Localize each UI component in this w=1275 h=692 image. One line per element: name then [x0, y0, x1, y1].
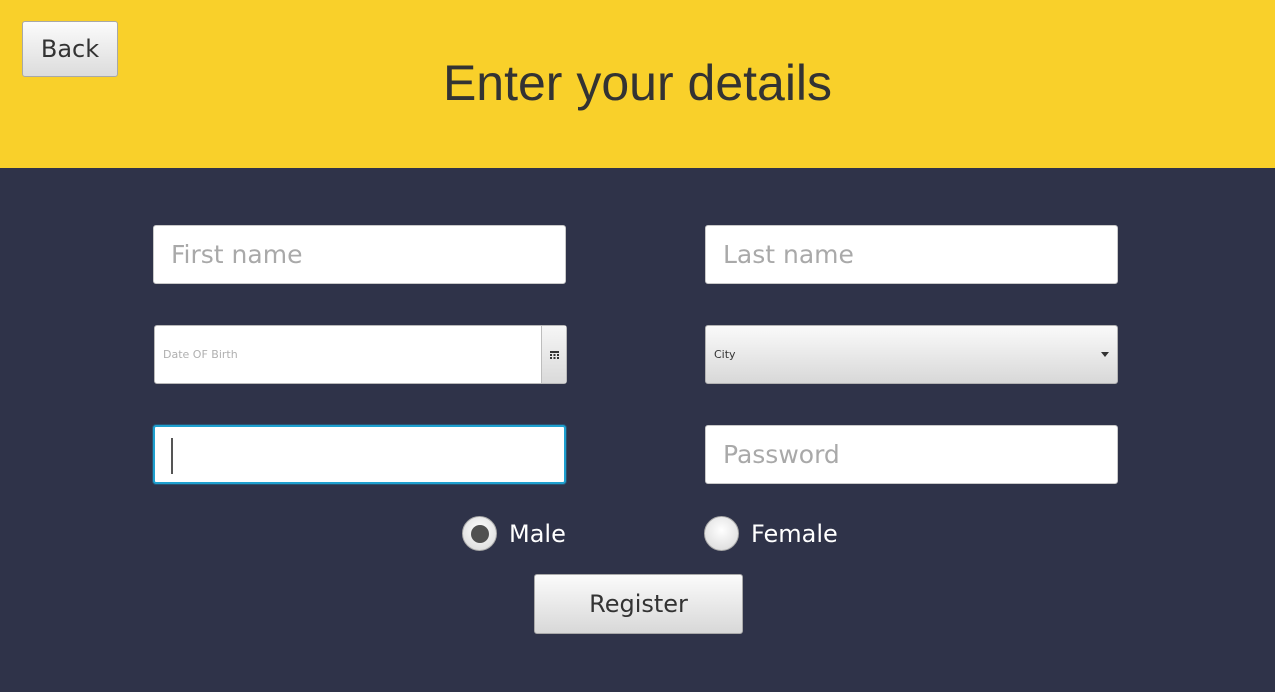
- city-dropdown-value: City: [714, 348, 736, 361]
- password-field[interactable]: [705, 425, 1118, 484]
- last-name-field[interactable]: [705, 225, 1118, 284]
- calendar-button[interactable]: [541, 326, 566, 383]
- date-of-birth-picker[interactable]: [154, 325, 567, 384]
- gender-male-label: Male: [509, 519, 566, 548]
- calendar-icon: [549, 350, 559, 359]
- gender-female-label: Female: [751, 519, 838, 548]
- caret-down-icon: [1101, 352, 1109, 357]
- gender-radio-male[interactable]: Male: [462, 516, 566, 551]
- text-cursor: [171, 438, 173, 474]
- header-bar: Back Enter your details: [0, 0, 1275, 168]
- password-input[interactable]: [706, 426, 1117, 483]
- radio-unselected-icon[interactable]: [704, 516, 739, 551]
- date-of-birth-input[interactable]: [155, 326, 541, 383]
- radio-selected-icon[interactable]: [462, 516, 497, 551]
- city-dropdown[interactable]: City: [705, 325, 1118, 384]
- first-name-field[interactable]: [153, 225, 566, 284]
- gender-radio-female[interactable]: Female: [704, 516, 838, 551]
- username-input[interactable]: [155, 427, 564, 482]
- register-button[interactable]: Register: [534, 574, 743, 634]
- first-name-input[interactable]: [154, 226, 565, 283]
- last-name-input[interactable]: [706, 226, 1117, 283]
- username-field[interactable]: [153, 425, 566, 484]
- page-title: Enter your details: [442, 55, 833, 111]
